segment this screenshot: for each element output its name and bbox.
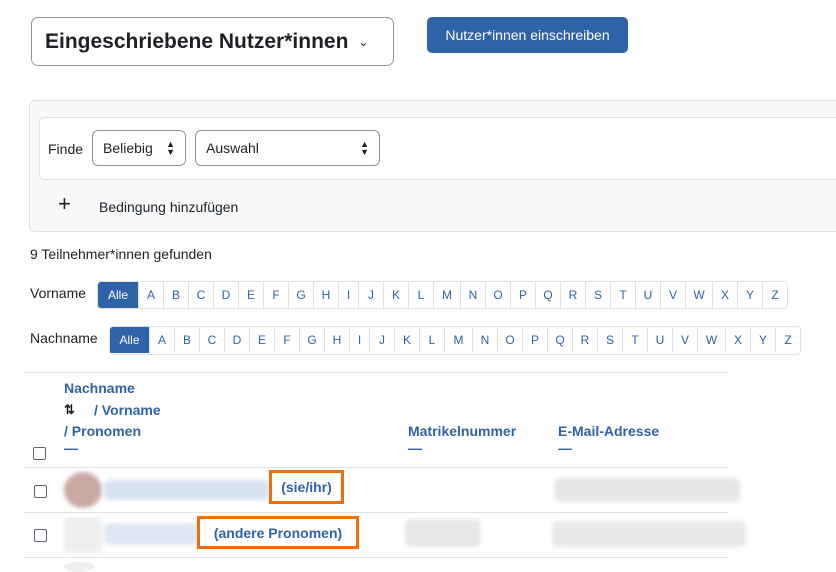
sort-idnumber-link[interactable]: Matrikelnummer bbox=[408, 423, 516, 439]
collapse-idnumber-column[interactable]: — bbox=[408, 440, 422, 456]
updown-icon: ▲ ▼ bbox=[360, 139, 369, 157]
lastname-initials-bar: Alle A B C D E F G H I J K L M N O P Q R S T U V W X Y Z bbox=[109, 326, 801, 355]
firstname-initial-o[interactable]: O bbox=[485, 282, 510, 308]
lastname-initial-g[interactable]: G bbox=[299, 327, 324, 353]
lastname-initial-z[interactable]: Z bbox=[775, 327, 800, 353]
match-select-value: Beliebig bbox=[103, 140, 153, 156]
firstname-initial-m[interactable]: M bbox=[433, 282, 460, 308]
lastname-initial-d[interactable]: D bbox=[224, 327, 249, 353]
lastname-initial-y[interactable]: Y bbox=[750, 327, 775, 353]
filter-label: Finde bbox=[48, 141, 84, 157]
firstname-initial-j[interactable]: J bbox=[358, 282, 383, 308]
row-checkbox[interactable] bbox=[34, 529, 47, 542]
firstname-initial-x[interactable]: X bbox=[712, 282, 737, 308]
firstname-initial-d[interactable]: D bbox=[213, 282, 238, 308]
firstname-initial-k[interactable]: K bbox=[383, 282, 408, 308]
lastname-initial-r[interactable]: R bbox=[572, 327, 597, 353]
sort-email-link[interactable]: E-Mail-Adresse bbox=[558, 423, 659, 439]
lastname-initial-p[interactable]: P bbox=[522, 327, 547, 353]
user-email bbox=[554, 478, 740, 502]
lastname-initial-l[interactable]: L bbox=[419, 327, 444, 353]
sort-ascending-icon: ⇅ bbox=[64, 402, 75, 417]
plus-icon[interactable]: + bbox=[58, 193, 71, 215]
firstname-initial-y[interactable]: Y bbox=[737, 282, 762, 308]
participants-count: 9 Teilnehmer*innen gefunden bbox=[30, 246, 212, 262]
firstname-initial-t[interactable]: T bbox=[610, 282, 635, 308]
firstname-initial-u[interactable]: U bbox=[635, 282, 660, 308]
lastname-initial-o[interactable]: O bbox=[497, 327, 522, 353]
firstname-initial-a[interactable]: A bbox=[138, 282, 163, 308]
select-all-checkbox[interactable] bbox=[33, 447, 46, 460]
firstname-initial-n[interactable]: N bbox=[460, 282, 485, 308]
lastname-initial-w[interactable]: W bbox=[697, 327, 725, 353]
firstname-initial-s[interactable]: S bbox=[585, 282, 610, 308]
firstname-initial-c[interactable]: C bbox=[188, 282, 213, 308]
lastname-initial-n[interactable]: N bbox=[472, 327, 497, 353]
lastname-initial-a[interactable]: A bbox=[149, 327, 174, 353]
lastname-initial-x[interactable]: X bbox=[725, 327, 750, 353]
chevron-down-icon: ⌄ bbox=[358, 34, 369, 49]
sort-pronouns-link[interactable]: / Pronomen bbox=[64, 423, 141, 439]
page-select-label: Eingeschriebene Nutzer*innen bbox=[45, 29, 349, 53]
lastname-initial-b[interactable]: B bbox=[174, 327, 199, 353]
avatar[interactable] bbox=[64, 472, 102, 508]
firstname-initial-all[interactable]: Alle bbox=[98, 282, 138, 308]
lastname-initial-m[interactable]: M bbox=[444, 327, 472, 353]
firstname-initial-v[interactable]: V bbox=[660, 282, 685, 308]
lastname-initial-u[interactable]: U bbox=[647, 327, 672, 353]
user-fullname-link[interactable] bbox=[104, 480, 269, 500]
sort-lastname-link[interactable]: Nachname bbox=[64, 380, 135, 396]
lastname-initial-j[interactable]: J bbox=[369, 327, 394, 353]
table-divider bbox=[24, 557, 728, 558]
lastname-initial-e[interactable]: E bbox=[249, 327, 274, 353]
sort-firstname-link[interactable]: / Vorname bbox=[94, 402, 161, 418]
firstname-initial-q[interactable]: Q bbox=[535, 282, 560, 308]
firstname-initial-r[interactable]: R bbox=[560, 282, 585, 308]
firstname-initial-w[interactable]: W bbox=[685, 282, 712, 308]
updown-icon: ▲ ▼ bbox=[166, 139, 175, 157]
lastname-initial-f[interactable]: F bbox=[274, 327, 299, 353]
avatar[interactable] bbox=[64, 562, 94, 572]
lastname-initial-all[interactable]: Alle bbox=[110, 327, 149, 353]
lastname-initial-q[interactable]: Q bbox=[547, 327, 572, 353]
table-row: (sie/ihr) bbox=[24, 468, 740, 512]
row-checkbox[interactable] bbox=[34, 485, 47, 498]
firstname-initial-h[interactable]: H bbox=[313, 282, 338, 308]
table-divider bbox=[24, 372, 728, 373]
lastname-initial-k[interactable]: K bbox=[394, 327, 419, 353]
type-select[interactable]: Auswahl ▲ ▼ bbox=[195, 130, 380, 166]
user-email bbox=[552, 521, 746, 547]
page-select[interactable]: Eingeschriebene Nutzer*innen ⌄ bbox=[31, 17, 394, 66]
avatar[interactable] bbox=[64, 517, 102, 553]
enrol-users-button[interactable]: Nutzer*innen einschreiben bbox=[427, 17, 628, 53]
collapse-email-column[interactable]: — bbox=[558, 440, 572, 456]
lastname-initial-c[interactable]: C bbox=[199, 327, 224, 353]
lastname-initial-h[interactable]: H bbox=[324, 327, 349, 353]
lastname-initial-i[interactable]: I bbox=[349, 327, 369, 353]
firstname-initials-bar: Alle A B C D E F G H I J K L M N O P Q R S T U V W X Y Z bbox=[97, 281, 788, 309]
firstname-initial-e[interactable]: E bbox=[238, 282, 263, 308]
match-select[interactable]: Beliebig ▲ ▼ bbox=[92, 130, 186, 166]
lastname-initials-label: Nachname bbox=[30, 330, 98, 346]
lastname-initial-s[interactable]: S bbox=[597, 327, 622, 353]
firstname-initial-l[interactable]: L bbox=[408, 282, 433, 308]
firstname-initial-p[interactable]: P bbox=[510, 282, 535, 308]
user-fullname-link[interactable] bbox=[104, 523, 198, 545]
type-select-value: Auswahl bbox=[206, 140, 259, 156]
firstname-initial-g[interactable]: G bbox=[288, 282, 313, 308]
user-idnumber bbox=[405, 519, 481, 547]
collapse-name-column[interactable]: — bbox=[64, 440, 78, 456]
lastname-initial-t[interactable]: T bbox=[622, 327, 647, 353]
firstname-initial-z[interactable]: Z bbox=[762, 282, 787, 308]
firstname-initial-f[interactable]: F bbox=[263, 282, 288, 308]
firstname-initials-label: Vorname bbox=[30, 285, 87, 301]
firstname-initial-b[interactable]: B bbox=[163, 282, 188, 308]
add-condition-button[interactable]: Bedingung hinzufügen bbox=[99, 199, 238, 215]
pronouns-label: (andere Pronomen) bbox=[197, 516, 359, 549]
table-row: (andere Pronomen) bbox=[24, 513, 746, 557]
lastname-initial-v[interactable]: V bbox=[672, 327, 697, 353]
firstname-initial-i[interactable]: I bbox=[338, 282, 358, 308]
pronouns-label: (sie/ihr) bbox=[269, 470, 344, 504]
